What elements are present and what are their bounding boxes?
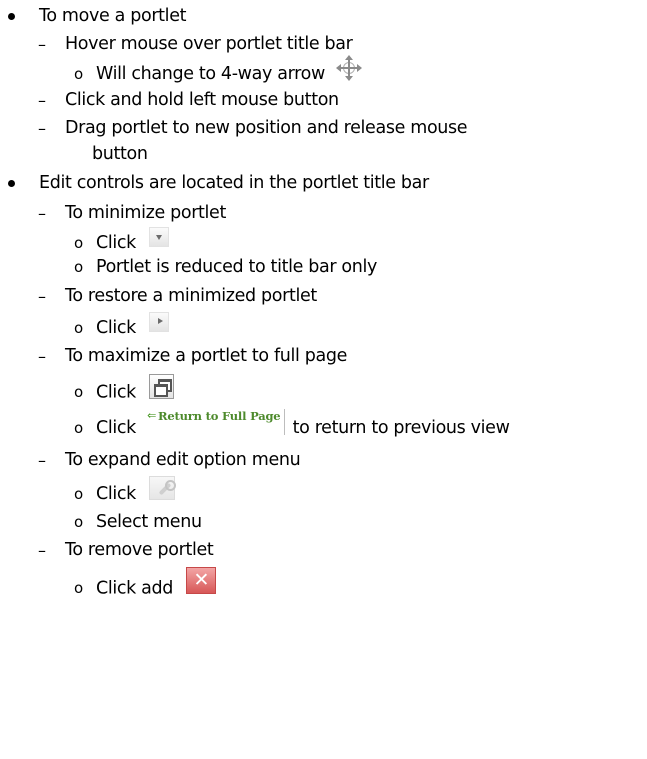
circle-marker: o — [74, 419, 83, 437]
bullet-text: Click — [96, 418, 136, 438]
dash-marker: – — [38, 450, 46, 470]
bullet-text: To restore a minimized portlet — [65, 286, 317, 306]
circle-marker: o — [74, 513, 83, 531]
bullet-text: To remove portlet — [65, 540, 214, 560]
bullet-text: Click add — [96, 578, 174, 598]
bullet-text: To minimize portlet — [65, 203, 226, 223]
dash-marker: – — [38, 540, 46, 560]
bullet-text: Portlet is reduced to title bar only — [96, 257, 378, 277]
return-label: Return to Full Page — [158, 409, 281, 423]
bullet-content: Click — [96, 373, 175, 405]
bullet-text: Select menu — [96, 512, 202, 532]
bullet-text: to return to previous view — [292, 418, 510, 438]
dash-marker: – — [38, 90, 46, 110]
close-x-glyph: ✕ — [193, 568, 210, 591]
move-arrow-icon — [336, 55, 363, 81]
bullet-content: Click add ✕ — [96, 566, 217, 602]
bullet-content: Will change to 4-way arrow — [96, 55, 363, 85]
circle-marker: o — [74, 579, 83, 597]
dash-marker: – — [38, 34, 46, 54]
bullet-text: Click and hold left mouse button — [65, 90, 339, 110]
bullet-text: Click — [96, 233, 136, 253]
dash-marker: – — [38, 203, 46, 223]
minimize-icon — [149, 227, 170, 247]
bullet-content: Click ⇐ Return to Full Page to return to… — [96, 409, 510, 441]
circle-marker: o — [74, 319, 83, 337]
bullet-content: Click — [96, 227, 170, 253]
bullet-text: To move a portlet — [39, 6, 187, 26]
green-arrow-icon: ⇐ — [147, 409, 157, 422]
bullet-text: Click — [96, 382, 136, 402]
bullet-text: Will change to 4-way arrow — [96, 64, 325, 84]
circle-marker: o — [74, 234, 83, 252]
return-to-full-page-button: ⇐ Return to Full Page — [147, 409, 286, 435]
circle-marker: o — [74, 485, 83, 503]
bullet-text: To maximize a portlet to full page — [65, 346, 348, 366]
dash-marker: – — [38, 286, 46, 306]
document-page: To move a portlet – Hover mouse over por… — [0, 0, 647, 759]
bullet-text: Edit controls are located in the portlet… — [39, 173, 429, 193]
bullet-content: Click — [96, 476, 177, 506]
wrench-icon — [149, 476, 177, 500]
circle-marker: o — [74, 258, 83, 276]
dash-marker: – — [38, 346, 46, 366]
bullet-content: Click — [96, 312, 170, 338]
bullet-text: Drag portlet to new position and release… — [65, 118, 468, 138]
circle-marker: o — [74, 383, 83, 401]
bullet-dot — [8, 12, 15, 20]
bullet-text: Click — [96, 484, 136, 504]
dash-marker: – — [38, 118, 46, 138]
bullet-text: To expand edit option menu — [65, 450, 301, 470]
bullet-text: Click — [96, 318, 136, 338]
bullet-dot — [8, 179, 15, 187]
bullet-text: Hover mouse over portlet title bar — [65, 34, 353, 54]
restore-icon — [149, 312, 170, 332]
circle-marker: o — [74, 65, 83, 83]
maximize-icon — [149, 373, 175, 399]
remove-close-icon: ✕ — [186, 566, 217, 594]
bullet-text: button — [92, 144, 148, 164]
